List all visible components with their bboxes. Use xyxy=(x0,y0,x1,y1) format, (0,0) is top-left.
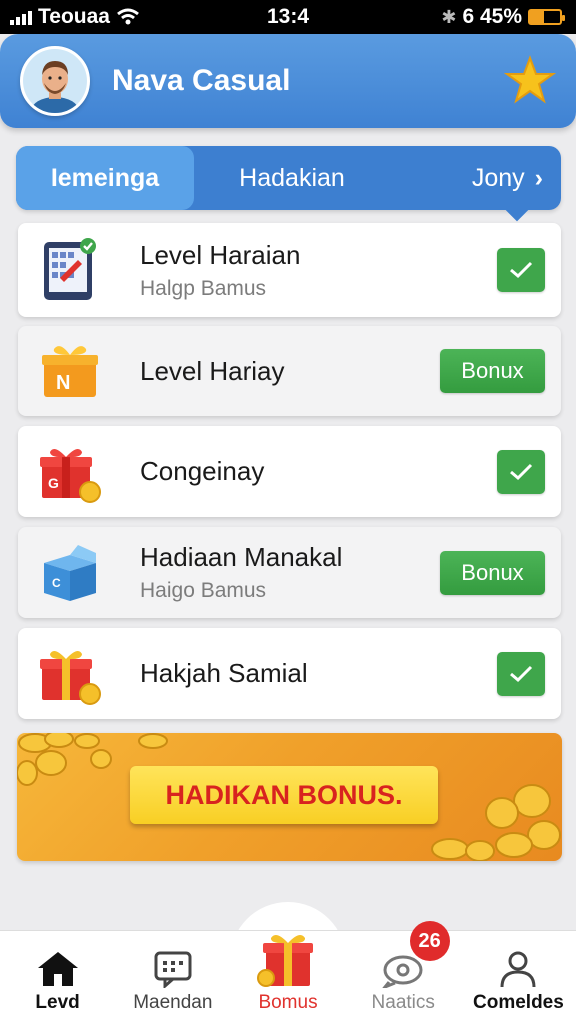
list-item-text: Level Haraian Halgp Bamus xyxy=(140,240,497,301)
list-item[interactable]: C Hadiaan Manakal Haigo Bamus Bonux xyxy=(18,527,561,618)
tablet-icon xyxy=(44,238,96,300)
chat-icon xyxy=(154,951,192,988)
nav-item-maendan[interactable]: Maendan xyxy=(115,931,230,1024)
star-icon[interactable] xyxy=(504,55,556,107)
signal-icon xyxy=(10,9,32,25)
list-item-text: Hadiaan Manakal Haigo Bamus xyxy=(140,542,440,603)
nav-label: Maendan xyxy=(133,992,213,1013)
checkmark-icon xyxy=(510,463,533,480)
notification-badge: 26 xyxy=(409,921,450,961)
tab-iemeinga[interactable]: Iemeinga xyxy=(16,146,194,210)
list-item-subtitle: Haigo Bamus xyxy=(140,579,267,602)
list-item-title: Hadiaan Manakal xyxy=(140,542,343,572)
avatar-image xyxy=(23,49,87,113)
blue-box-icon: C xyxy=(44,544,96,601)
status-left: Teouaa xyxy=(10,5,140,29)
checkmark-icon xyxy=(510,261,533,279)
list-item-text: Hakjah Samial xyxy=(140,658,497,689)
list-item-subtitle: Halgp Bamus xyxy=(140,276,267,300)
list-item-title: Congeinay xyxy=(140,456,265,486)
home-icon xyxy=(37,952,78,986)
nav-label: Bomus xyxy=(258,992,318,1013)
status-bar: Teouaa 13:4 ✱ 6 45% xyxy=(0,0,576,34)
list-item[interactable]: N Level Hariay Bonux xyxy=(18,326,561,416)
list-item-title: Hakjah Samial xyxy=(140,658,308,688)
list-item-text: Level Hariay xyxy=(140,356,440,387)
list-item-title: Level Hariay xyxy=(140,355,285,386)
orange-gift-icon: N xyxy=(42,346,98,397)
bonus-button[interactable]: Bonux xyxy=(440,349,545,393)
bluetooth-icon: ✱ xyxy=(441,6,457,27)
nav-item-naatics[interactable]: 26 Naatics xyxy=(346,921,461,1024)
tab-bar: Iemeinga Hadakian Jony › xyxy=(16,146,561,222)
gift-letter: G xyxy=(48,475,59,491)
check-button[interactable] xyxy=(497,248,545,292)
header-title: Nava Casual xyxy=(112,64,291,97)
banner-label[interactable]: HADIKAN BONUS. xyxy=(130,766,438,824)
checkmark-icon xyxy=(510,665,533,682)
list-item[interactable]: G Congeinay xyxy=(18,426,561,517)
tab-jony[interactable]: Jony › xyxy=(390,146,561,210)
bonus-button[interactable]: Bonux xyxy=(440,550,545,595)
status-right: ✱ 6 45% xyxy=(441,5,565,29)
tab-jony-label: Jony xyxy=(471,163,525,192)
list-item[interactable]: Hakjah Samial xyxy=(18,628,561,719)
nav-item-bomus[interactable]: Bomus xyxy=(230,931,345,1024)
nav-item-comeldes[interactable]: Comeldes xyxy=(461,931,576,1024)
gift-icon xyxy=(257,934,313,987)
red-gift-icon: G xyxy=(40,448,101,503)
nav-label: Comeldes xyxy=(473,992,564,1013)
list-item-title: Level Haraian xyxy=(140,239,301,270)
check-button[interactable] xyxy=(497,449,545,494)
battery-text: 6 45% xyxy=(462,5,522,28)
nav-label: Levd xyxy=(35,992,80,1013)
tab-hadakian[interactable]: Hadakian xyxy=(194,146,390,210)
coins-right-icon xyxy=(431,784,561,861)
nav-label: Naatics xyxy=(371,992,435,1013)
list-item[interactable]: Level Haraian Halgp Bamus xyxy=(18,223,561,317)
chevron-right-icon: › xyxy=(534,163,543,192)
person-icon xyxy=(500,951,536,988)
bonus-banner[interactable]: HADIKAN BONUS. xyxy=(17,733,562,861)
app-header: Nava Casual xyxy=(0,34,576,128)
avatar[interactable] xyxy=(20,46,90,116)
red-gift-icon xyxy=(40,650,101,705)
box-letter: C xyxy=(52,576,61,590)
battery-icon xyxy=(528,9,565,25)
carrier-name: Teouaa xyxy=(38,5,110,28)
check-button[interactable] xyxy=(497,651,545,696)
gift-letter: N xyxy=(56,372,70,394)
wifi-icon xyxy=(117,8,139,25)
nav-item-levd[interactable]: Levd xyxy=(0,931,115,1024)
bottom-nav: Levd Maendan Bomus 26 Naatics Comeldes xyxy=(0,921,576,1024)
list-item-text: Congeinay xyxy=(140,456,497,487)
